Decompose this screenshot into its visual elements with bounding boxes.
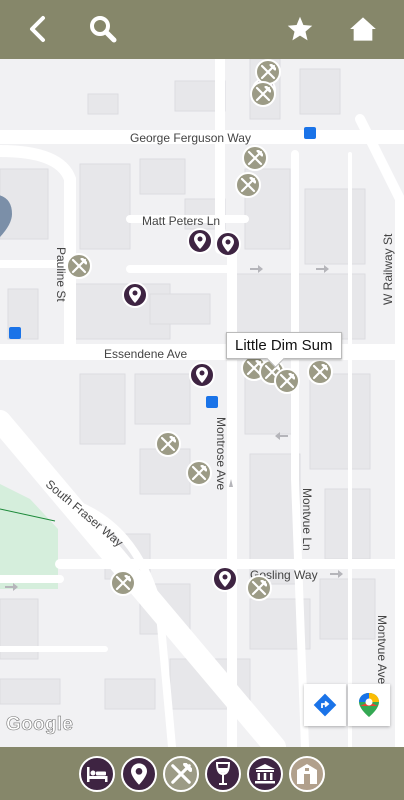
top-bar — [0, 0, 404, 59]
fork-knife-icon — [115, 575, 131, 591]
search-icon — [90, 16, 117, 43]
fork-knife-icon — [255, 86, 271, 102]
location-pin-marker[interactable] — [215, 231, 241, 257]
directions-icon — [313, 693, 337, 717]
category-lodging-button[interactable] — [79, 755, 115, 792]
street-label: W Railway St — [381, 233, 395, 305]
fork-knife-icon — [247, 150, 263, 166]
category-bar — [0, 747, 404, 800]
place-callout[interactable]: Little Dim Sum — [226, 332, 342, 359]
restaurant-marker[interactable] — [307, 359, 333, 385]
street-label: George Ferguson Way — [130, 131, 251, 145]
street-label: Montrose Ave — [214, 417, 228, 491]
category-attractions-button[interactable] — [247, 755, 283, 792]
directions-button[interactable] — [304, 684, 346, 726]
location-pin-marker[interactable] — [212, 566, 238, 592]
fork-knife-icon — [191, 465, 207, 481]
street-label: Essendene Ave — [104, 347, 188, 361]
location-pin-icon — [129, 287, 141, 303]
transit-stop-icon[interactable] — [304, 127, 316, 139]
google-attribution: Google — [6, 714, 74, 736]
location-pin-icon — [219, 571, 231, 587]
location-pin-marker[interactable] — [187, 228, 213, 254]
fork-knife-icon — [279, 373, 295, 389]
street-label: Matt Peters Ln — [142, 214, 221, 228]
fork-knife-icon — [251, 580, 267, 596]
location-pin-icon — [222, 236, 234, 252]
map-base — [0, 59, 404, 747]
fork-knife-icon — [240, 177, 256, 193]
fork-knife-icon — [160, 436, 176, 452]
barn-icon — [297, 763, 317, 784]
restaurant-marker[interactable] — [274, 368, 300, 394]
category-drinks-button[interactable] — [205, 755, 241, 792]
favorites-button[interactable] — [280, 9, 320, 49]
open-google-maps-button[interactable] — [348, 684, 390, 726]
wine-glass-icon — [215, 761, 231, 785]
category-places-button[interactable] — [121, 755, 157, 792]
fork-knife-icon — [312, 364, 328, 380]
restaurant-marker[interactable] — [235, 172, 261, 198]
transit-stop-icon[interactable] — [206, 396, 218, 408]
location-pin-icon — [194, 233, 206, 249]
home-icon — [350, 17, 376, 41]
street-label: Pauline St — [54, 247, 68, 302]
street-label: Montvue Ln — [300, 488, 314, 551]
museum-icon — [255, 763, 275, 783]
fork-knife-icon — [71, 258, 87, 274]
bed-icon — [87, 766, 108, 782]
map-view[interactable]: George Ferguson Way Matt Peters Ln Pauli… — [0, 59, 404, 747]
chevron-left-icon — [30, 16, 45, 42]
location-pin-marker[interactable] — [122, 282, 148, 308]
star-icon — [287, 16, 313, 41]
location-pin-marker[interactable] — [189, 362, 215, 388]
restaurant-marker[interactable] — [250, 81, 276, 107]
search-button[interactable] — [83, 9, 123, 49]
fork-knife-icon — [260, 64, 276, 80]
location-pin-icon — [196, 367, 208, 383]
back-button[interactable] — [18, 9, 58, 49]
location-pin-icon — [131, 762, 147, 785]
restaurant-marker[interactable] — [66, 253, 92, 279]
restaurant-marker[interactable] — [186, 460, 212, 486]
restaurant-marker[interactable] — [242, 145, 268, 171]
google-maps-icon — [359, 693, 379, 717]
transit-stop-icon[interactable] — [9, 327, 21, 339]
restaurant-marker[interactable] — [110, 570, 136, 596]
street-label: Montvue Ave — [375, 615, 389, 685]
category-farms-button[interactable] — [289, 755, 325, 792]
category-dining-button[interactable] — [163, 755, 199, 792]
restaurant-marker[interactable] — [246, 575, 272, 601]
restaurant-marker[interactable] — [155, 431, 181, 457]
home-button[interactable] — [343, 9, 383, 49]
fork-knife-icon — [171, 762, 192, 784]
